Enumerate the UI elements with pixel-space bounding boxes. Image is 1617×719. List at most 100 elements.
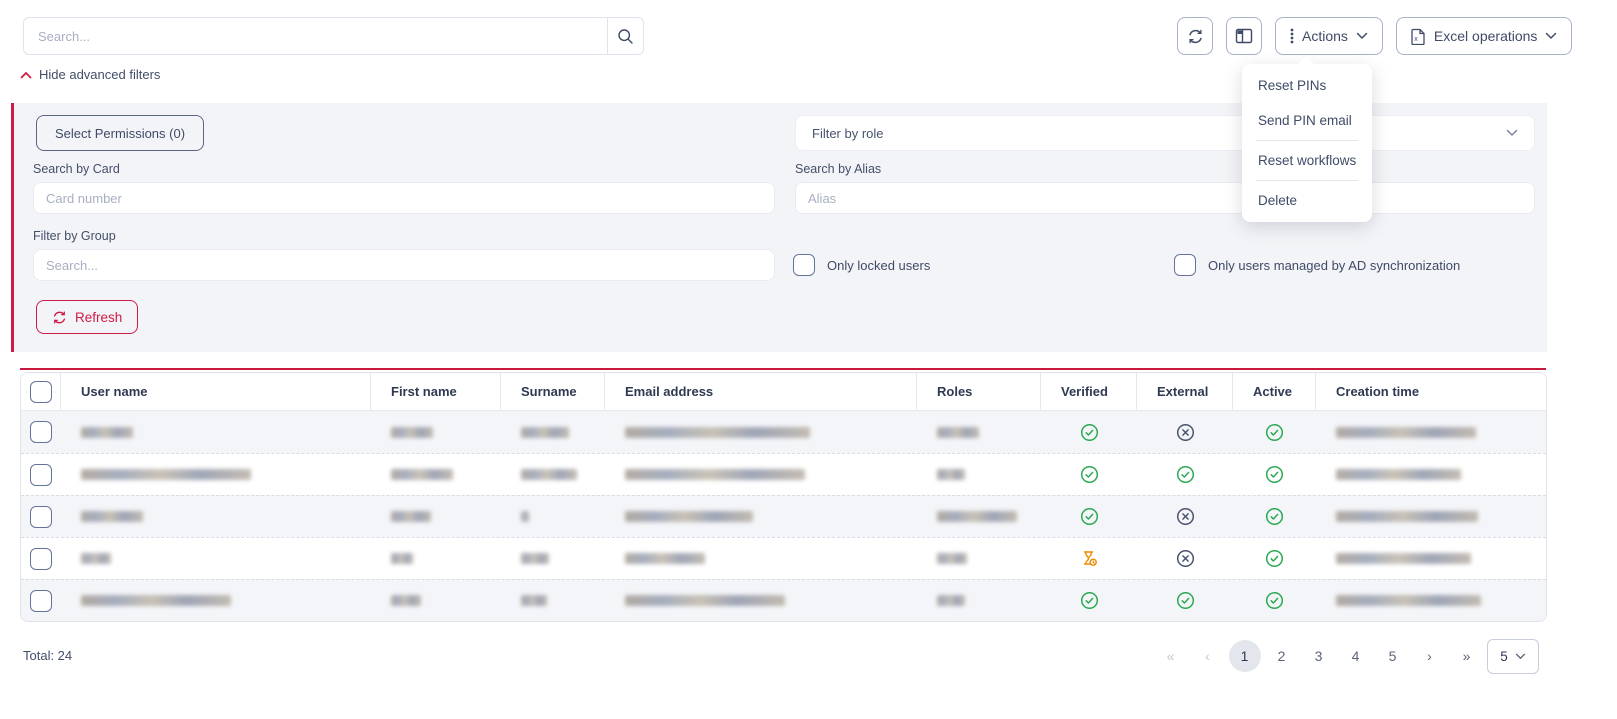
redacted-text [937,511,1017,522]
next-page-button[interactable]: › [1411,640,1448,672]
creation-time-cell [1316,511,1546,522]
active-cell [1233,507,1316,526]
redacted-text [391,595,421,606]
card-number-input[interactable] [33,182,775,214]
column-header-verified[interactable]: Verified [1041,373,1137,410]
surname-cell [501,511,605,522]
search-by-card-label: Search by Card [33,162,120,176]
external-cell [1137,423,1233,442]
roles-cell [917,595,1041,606]
advanced-filters-toggle-label: Hide advanced filters [39,67,160,82]
row-checkbox[interactable] [30,590,52,612]
previous-page-button[interactable]: ‹ [1189,640,1226,672]
advanced-filters-toggle[interactable]: Hide advanced filters [20,67,160,82]
kebab-icon [1290,28,1294,44]
redacted-text [81,553,111,564]
page-size-select[interactable]: 5 [1487,639,1539,674]
first-page-button[interactable]: « [1152,640,1189,672]
actions-button[interactable]: Actions [1275,17,1383,55]
select-permissions-button[interactable]: Select Permissions (0) [36,115,204,151]
redacted-text [391,427,433,438]
toolbar: Actions x Excel operations [1177,17,1572,55]
menu-item-send-pin-email[interactable]: Send PIN email [1242,103,1372,138]
search-button[interactable] [607,18,643,54]
menu-item-reset-pins[interactable]: Reset PINs [1242,68,1372,103]
page-button-1[interactable]: 1 [1229,640,1261,672]
last-page-button[interactable]: » [1448,640,1485,672]
row-checkbox[interactable] [30,464,52,486]
redacted-text [521,553,549,564]
row-checkbox[interactable] [30,506,52,528]
header-checkbox-cell [21,373,61,410]
table-row[interactable] [21,453,1546,495]
redacted-text [1336,427,1476,438]
email-cell [605,427,917,438]
verified-cell [1041,423,1137,442]
refresh-grid-button[interactable] [1177,17,1213,55]
row-checkbox-cell [21,590,61,612]
chevron-down-icon [1515,653,1526,660]
redacted-text [521,511,529,522]
select-all-checkbox[interactable] [30,381,52,403]
redacted-text [81,427,133,438]
column-header-external[interactable]: External [1137,373,1233,410]
actions-menu: Reset PINsSend PIN email Reset workflows D… [1242,64,1372,222]
actions-button-label: Actions [1302,28,1348,44]
external-cell [1137,507,1233,526]
verified-cell [1041,549,1137,568]
only-locked-users-checkbox[interactable] [793,254,815,276]
table-row[interactable] [21,579,1546,621]
panel-bottom-divider [20,368,1546,370]
column-header-active[interactable]: Active [1233,373,1316,410]
check-circle-icon [1080,591,1099,610]
chevron-down-icon [1545,32,1557,40]
check-circle-icon [1080,423,1099,442]
user-name-cell [61,427,371,438]
active-cell [1233,549,1316,568]
redacted-text [391,511,431,522]
roles-cell [917,469,1041,480]
redacted-text [1336,595,1481,606]
redacted-text [521,595,547,606]
table-row[interactable] [21,411,1546,453]
column-header-email-address[interactable]: Email address [605,373,917,410]
check-circle-icon [1265,591,1284,610]
page-button-3[interactable]: 3 [1300,640,1337,672]
menu-divider [1256,180,1358,181]
filters-refresh-button[interactable]: Refresh [36,300,138,334]
menu-item-delete[interactable]: Delete [1242,183,1372,218]
pending-hourglass-icon [1080,549,1099,568]
group-search-input[interactable] [33,249,775,281]
column-header-first-name[interactable]: First name [371,373,501,410]
cross-circle-icon [1176,423,1195,442]
redacted-text [81,511,143,522]
only-ad-users-row: Only users managed by AD synchronization [1174,254,1460,276]
menu-item-reset-workflows[interactable]: Reset workflows [1242,143,1372,178]
page-button-5[interactable]: 5 [1374,640,1411,672]
only-ad-users-checkbox[interactable] [1174,254,1196,276]
excel-button-label: Excel operations [1434,28,1538,44]
user-name-cell [61,595,371,606]
filter-by-role-select[interactable]: Filter by role [795,115,1535,151]
check-circle-icon [1265,507,1284,526]
column-header-surname[interactable]: Surname [501,373,605,410]
row-checkbox[interactable] [30,421,52,443]
column-header-user-name[interactable]: User name [61,373,371,410]
alias-input[interactable] [795,182,1535,214]
table-header-row: User nameFirst nameSurnameEmail addressR… [21,373,1546,411]
user-name-cell [61,553,371,564]
column-header-creation-time[interactable]: Creation time [1316,373,1546,410]
table-row[interactable] [21,537,1546,579]
columns-button[interactable] [1226,17,1262,55]
active-cell [1233,423,1316,442]
excel-operations-button[interactable]: x Excel operations [1396,17,1573,55]
surname-cell [501,595,605,606]
redacted-text [937,427,979,438]
search-input[interactable] [24,18,607,54]
page-button-4[interactable]: 4 [1337,640,1374,672]
page-button-2[interactable]: 2 [1263,640,1300,672]
table-row[interactable] [21,495,1546,537]
active-cell [1233,591,1316,610]
column-header-roles[interactable]: Roles [917,373,1041,410]
row-checkbox[interactable] [30,548,52,570]
